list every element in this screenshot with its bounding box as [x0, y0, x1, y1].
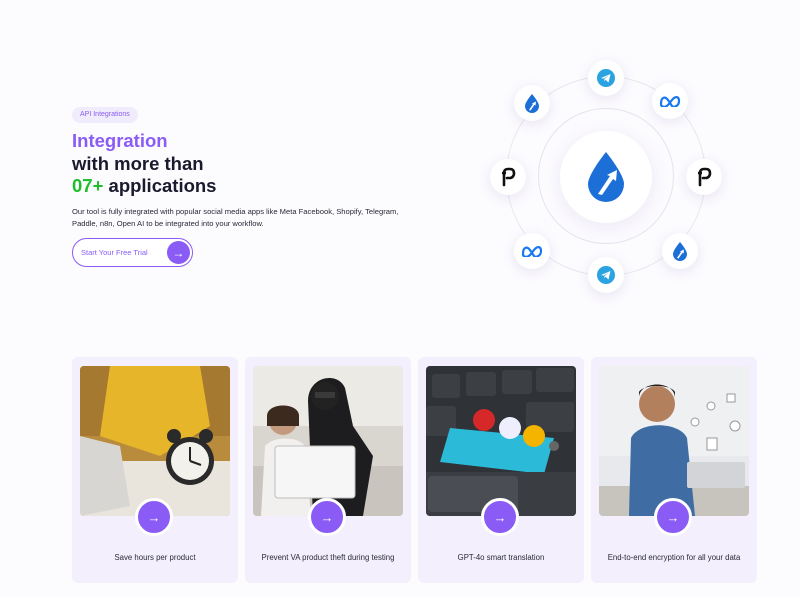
meta-icon: [514, 233, 550, 269]
hero-headline: Integration with more than 07+ applicati…: [72, 130, 216, 198]
feature-card-prevent-theft: → Prevent VA product theft during testin…: [245, 357, 411, 583]
start-free-trial-button[interactable]: Start Your Free Trial →: [72, 238, 193, 267]
feature-caption: Save hours per product: [114, 553, 196, 562]
drop-arrow-logo-icon: [560, 131, 652, 223]
feature-caption: GPT-4o smart translation: [457, 553, 545, 562]
hero-description: Our tool is fully integrated with popula…: [72, 207, 399, 228]
telegram-icon: [588, 257, 624, 293]
telegram-icon: [588, 60, 624, 96]
headline-line-3: 07+ applications: [72, 175, 216, 198]
feature-card-encryption: → End-to-end encryption for all your dat…: [591, 357, 757, 583]
feature-card-translation: → GPT-4o smart translation: [418, 357, 584, 583]
paddle-icon: [686, 159, 722, 195]
arrow-right-icon: →: [167, 241, 190, 264]
woman-with-alarm-clock-image: [80, 366, 230, 516]
app-count: 07+: [72, 175, 104, 196]
feature-card-save-hours: → Save hours per product: [72, 357, 238, 583]
headline-line-2: with more than: [72, 152, 204, 174]
drop-logo-icon: [662, 233, 698, 269]
cta-label: Start Your Free Trial: [81, 248, 148, 257]
translate-keyboard-image: [426, 366, 576, 516]
feature-caption: Prevent VA product theft during testing: [261, 553, 395, 562]
headline-line-3-rest: applications: [103, 175, 217, 196]
feature-arrow-button[interactable]: →: [481, 498, 519, 536]
feature-arrow-button[interactable]: →: [135, 498, 173, 536]
paddle-icon: [490, 159, 526, 195]
feature-arrow-button[interactable]: →: [308, 498, 346, 536]
integrations-orbit: [486, 60, 726, 293]
feature-caption: End-to-end encryption for all your data: [607, 553, 741, 562]
drop-logo-icon: [514, 85, 550, 121]
meta-icon: [652, 83, 688, 119]
section-badge: API Integrations: [72, 107, 138, 123]
feature-arrow-button[interactable]: →: [654, 498, 692, 536]
man-with-security-icons-image: [599, 366, 749, 516]
headline-line-1: Integration: [72, 130, 168, 151]
thief-behind-woman-image: [253, 366, 403, 516]
